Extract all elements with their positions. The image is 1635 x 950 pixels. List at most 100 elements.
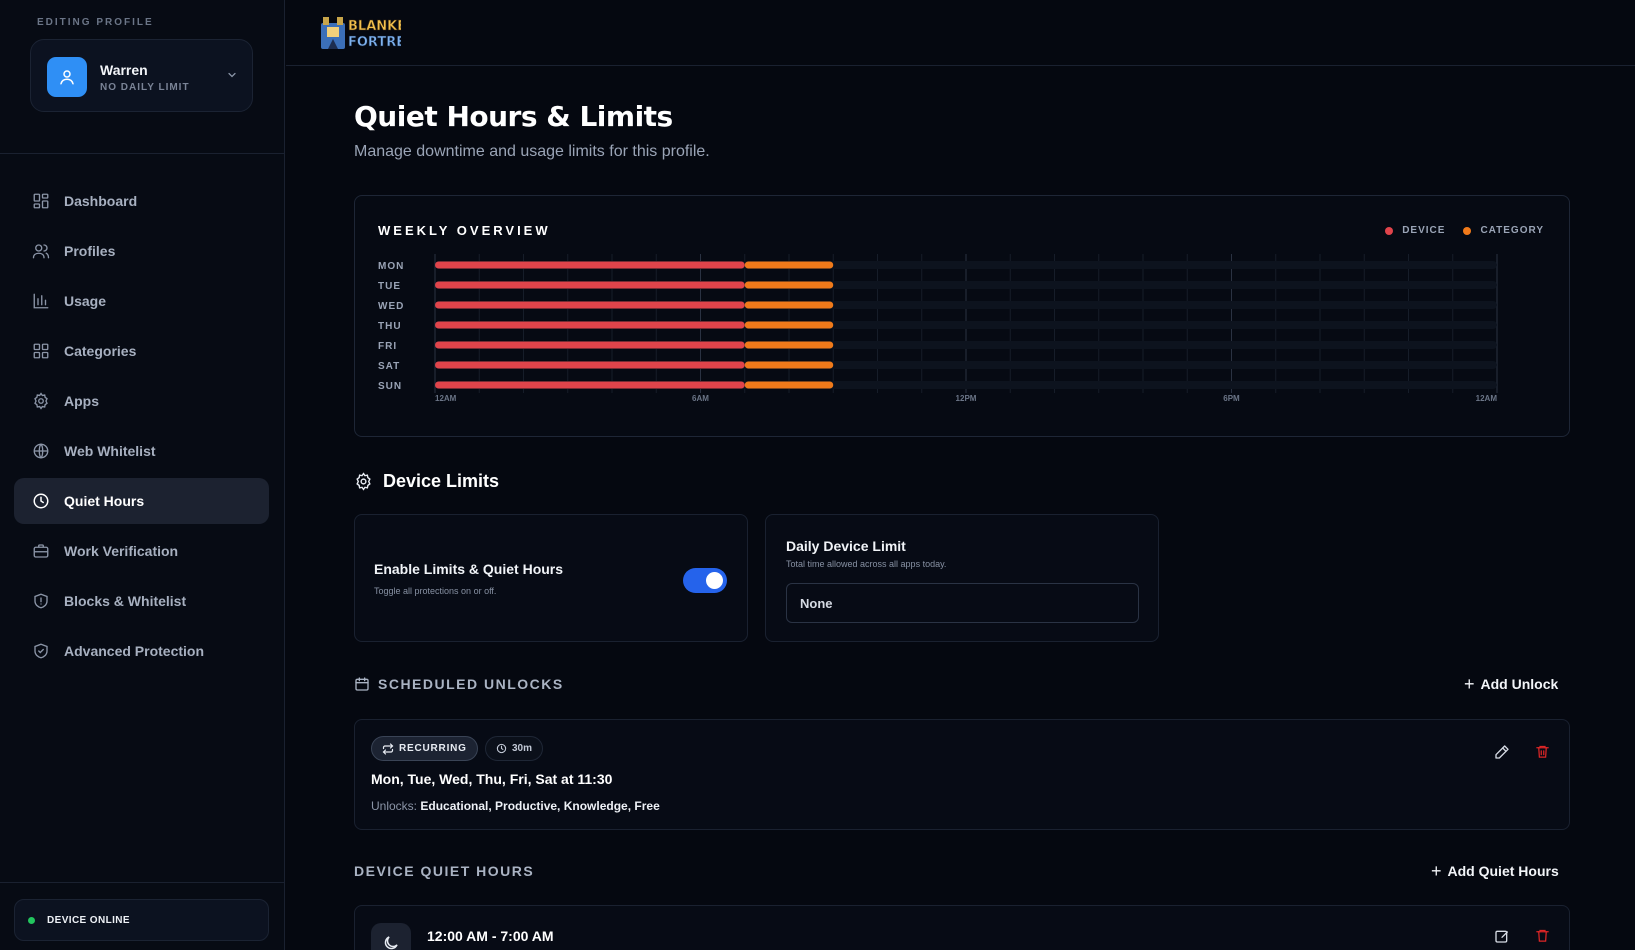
daily-limit-card: Daily Device Limit Total time allowed ac… (765, 514, 1159, 642)
top-bar: BLANKET FORTRESS (286, 0, 1635, 66)
add-unlock-label: Add Unlock (1480, 676, 1559, 692)
day-label: TUE (378, 281, 401, 292)
delete-quiet-hours-button[interactable] (1530, 926, 1554, 950)
edit-quiet-hours-button[interactable] (1490, 926, 1514, 950)
sidebar-item-web-whitelist[interactable]: Web Whitelist (14, 428, 269, 474)
logo-text-fortress: FORTRESS (348, 35, 401, 50)
day-label: MON (378, 261, 404, 272)
scheduled-unlock-item: RECURRING 30m Mon, Tue, Wed, Thu, Fri, S… (354, 719, 1570, 830)
add-unlock-button[interactable]: + Add Unlock (1464, 675, 1558, 693)
clock-icon (496, 743, 507, 754)
day-label: THU (378, 321, 402, 332)
clock-icon (31, 491, 51, 511)
scheduled-unlocks-heading: SCHEDULED UNLOCKS (354, 676, 564, 692)
bar-category (744, 281, 834, 289)
editing-profile-caption: EDITING PROFILE (37, 17, 154, 28)
sidebar-item-label: Quiet Hours (64, 493, 145, 509)
sidebar-item-label: Blocks & Whitelist (64, 593, 187, 609)
profile-switcher[interactable]: Warren NO DAILY LIMIT (30, 39, 253, 112)
x-tick-label: 6AM (692, 394, 709, 403)
weekly-overview-card: WEEKLY OVERVIEW DEVICE CATEGORY MON TUE WE… (354, 195, 1570, 437)
trash-icon (1535, 744, 1550, 764)
grid-icon (31, 341, 51, 361)
sidebar-item-apps[interactable]: Apps (14, 378, 269, 424)
users-icon (31, 241, 51, 261)
sidebar-item-advanced-protection[interactable]: Advanced Protection (14, 628, 269, 674)
sidebar-item-label: Web Whitelist (64, 443, 156, 459)
enable-limits-desc: Toggle all protections on or off. (374, 586, 497, 596)
sidebar-divider (0, 882, 285, 883)
sidebar-item-dashboard[interactable]: Dashboard (14, 178, 269, 224)
gear-icon (354, 472, 373, 491)
bar-device (435, 281, 745, 289)
enable-limits-card: Enable Limits & Quiet Hours Toggle all p… (354, 514, 748, 642)
sidebar-item-label: Dashboard (64, 193, 138, 209)
moon-icon (371, 923, 411, 950)
delete-unlock-button[interactable] (1530, 742, 1554, 766)
bar-category (744, 361, 834, 369)
calendar-icon (354, 676, 370, 692)
x-tick-label: 6PM (1223, 394, 1240, 403)
sidebar-divider (0, 153, 285, 154)
add-quiet-hours-button[interactable]: + Add Quiet Hours (1431, 862, 1559, 880)
bar-category (744, 261, 834, 269)
plus-icon: + (1431, 861, 1442, 881)
bar-device (435, 361, 745, 369)
device-quiet-hours-title: DEVICE QUIET HOURS (354, 863, 535, 879)
shield-alert-icon (31, 591, 51, 611)
device-limits-heading: Device Limits (354, 471, 499, 492)
quiet-hours-item: 12:00 AM - 7:00 AM (354, 905, 1570, 950)
online-indicator (28, 916, 35, 924)
bar-device (435, 381, 745, 389)
sidebar-item-label: Profiles (64, 243, 116, 259)
sidebar-item-quiet-hours[interactable]: Quiet Hours (14, 478, 269, 524)
device-limits-title: Device Limits (383, 471, 500, 491)
toggle-knob (706, 572, 723, 589)
add-quiet-hours-label: Add Quiet Hours (1447, 863, 1559, 879)
pencil-icon (1494, 744, 1510, 765)
briefcase-icon (31, 541, 51, 561)
plus-icon: + (1464, 674, 1475, 694)
sidebar-item-label: Apps (64, 393, 99, 409)
sidebar-item-label: Work Verification (64, 543, 179, 559)
bar-chart-icon (31, 291, 51, 311)
day-label: SUN (378, 381, 402, 392)
edit-icon (1494, 928, 1510, 949)
sidebar-nav: Dashboard Profiles Usage Categories Apps… (14, 178, 269, 678)
enable-limits-title: Enable Limits & Quiet Hours (374, 561, 564, 577)
daily-limit-desc: Total time allowed across all apps today… (786, 559, 947, 569)
logo-text-blanket: BLANKET (348, 19, 401, 34)
dashboard-icon (31, 191, 51, 211)
x-tick-label: 12PM (956, 394, 977, 403)
unlock-schedule: Mon, Tue, Wed, Thu, Fri, Sat at 11:30 (371, 771, 613, 787)
unlocks-label: Unlocks: (371, 799, 418, 813)
duration-label: 30m (512, 743, 533, 754)
sidebar-item-label: Usage (64, 293, 107, 309)
bar-category (744, 301, 834, 309)
blanket-fortress-logo[interactable]: BLANKET FORTRESS (319, 13, 424, 51)
bar-category (744, 321, 834, 329)
bar-category (744, 341, 834, 349)
daily-limit-title: Daily Device Limit (786, 538, 906, 554)
scheduled-unlocks-title: SCHEDULED UNLOCKS (378, 676, 564, 692)
shield-check-icon (31, 641, 51, 661)
sidebar-item-work-verification[interactable]: Work Verification (14, 528, 269, 574)
sidebar-item-label: Advanced Protection (64, 643, 205, 659)
day-label: SAT (378, 361, 400, 372)
recurring-label: RECURRING (399, 743, 467, 754)
sidebar-item-blocks-whitelist[interactable]: Blocks & Whitelist (14, 578, 269, 624)
unlock-categories: Unlocks: Educational, Productive, Knowle… (371, 799, 660, 813)
page-title: Quiet Hours & Limits (354, 100, 673, 133)
edit-unlock-button[interactable] (1490, 742, 1514, 766)
unlocks-value: Educational, Productive, Knowledge, Free (420, 799, 660, 813)
day-label: WED (378, 301, 404, 312)
device-status-label: DEVICE ONLINE (47, 914, 130, 926)
enable-limits-toggle[interactable] (683, 568, 727, 593)
bar-device (435, 321, 745, 329)
daily-limit-select[interactable]: None (786, 583, 1139, 623)
sidebar-item-profiles[interactable]: Profiles (14, 228, 269, 274)
gear-icon (31, 391, 51, 411)
bar-device (435, 341, 745, 349)
sidebar-item-categories[interactable]: Categories (14, 328, 269, 374)
sidebar-item-usage[interactable]: Usage (14, 278, 269, 324)
